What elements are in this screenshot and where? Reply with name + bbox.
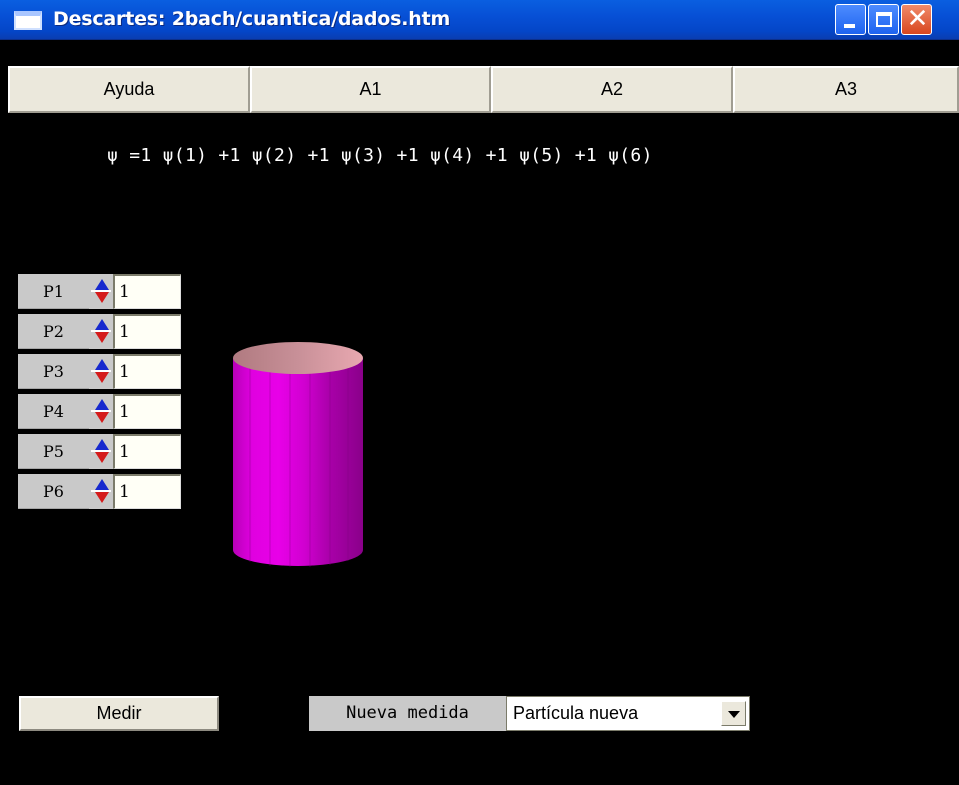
param-input[interactable]: 1 bbox=[113, 274, 181, 309]
spinner-down-icon[interactable] bbox=[95, 332, 109, 343]
spinner-down-icon[interactable] bbox=[95, 412, 109, 423]
param-input[interactable]: 1 bbox=[113, 314, 181, 349]
nueva-medida-select[interactable]: Partícula nueva bbox=[506, 696, 750, 731]
medir-button[interactable]: Medir bbox=[19, 696, 219, 731]
spinner-down-icon[interactable] bbox=[95, 492, 109, 503]
maximize-icon bbox=[876, 12, 892, 27]
param-input[interactable]: 1 bbox=[113, 474, 181, 509]
cylinder-top bbox=[233, 342, 363, 374]
minimize-button[interactable] bbox=[835, 4, 866, 35]
param-label: P2 bbox=[18, 314, 89, 349]
param-label: P4 bbox=[18, 394, 89, 429]
close-icon: ✕ bbox=[906, 4, 929, 34]
spinner-up-icon[interactable] bbox=[95, 319, 109, 330]
window-app-icon bbox=[14, 11, 42, 30]
spinner-up-icon[interactable] bbox=[95, 279, 109, 290]
param-row-p3: P3 1 bbox=[18, 354, 181, 389]
param-row-p1: P1 1 bbox=[18, 274, 181, 309]
spinner-down-icon[interactable] bbox=[95, 292, 109, 303]
spinner[interactable] bbox=[89, 314, 113, 349]
tab-a2[interactable]: A2 bbox=[491, 66, 733, 113]
cylinder-body bbox=[233, 358, 363, 566]
close-button[interactable]: ✕ bbox=[901, 4, 932, 35]
param-input[interactable]: 1 bbox=[113, 394, 181, 429]
param-row-p4: P4 1 bbox=[18, 394, 181, 429]
tab-a1[interactable]: A1 bbox=[250, 66, 491, 113]
param-row-p5: P5 1 bbox=[18, 434, 181, 469]
menu-bar: Ayuda A1 A2 A3 bbox=[8, 66, 959, 113]
param-label: P5 bbox=[18, 434, 89, 469]
spinner[interactable] bbox=[89, 274, 113, 309]
spinner-up-icon[interactable] bbox=[95, 479, 109, 490]
tab-a3[interactable]: A3 bbox=[733, 66, 959, 113]
select-value: Partícula nueva bbox=[513, 703, 639, 723]
param-row-p2: P2 1 bbox=[18, 314, 181, 349]
param-label: P6 bbox=[18, 474, 89, 509]
maximize-button[interactable] bbox=[868, 4, 899, 35]
param-input[interactable]: 1 bbox=[113, 354, 181, 389]
spinner[interactable] bbox=[89, 394, 113, 429]
spinner-up-icon[interactable] bbox=[95, 399, 109, 410]
spinner[interactable] bbox=[89, 354, 113, 389]
spinner[interactable] bbox=[89, 474, 113, 509]
dropdown-arrow-icon[interactable] bbox=[721, 701, 746, 726]
spinner-down-icon[interactable] bbox=[95, 452, 109, 463]
cylinder-graphic bbox=[233, 342, 363, 567]
param-row-p6: P6 1 bbox=[18, 474, 181, 509]
minimize-icon bbox=[844, 24, 855, 28]
tab-ayuda[interactable]: Ayuda bbox=[8, 66, 250, 113]
param-label: P3 bbox=[18, 354, 89, 389]
window-title: Descartes: 2bach/cuantica/dados.htm bbox=[53, 8, 451, 30]
spinner-up-icon[interactable] bbox=[95, 359, 109, 370]
wavefunction-formula: ψ =1 ψ(1) +1 ψ(2) +1 ψ(3) +1 ψ(4) +1 ψ(5… bbox=[107, 145, 653, 166]
param-input[interactable]: 1 bbox=[113, 434, 181, 469]
title-bar: Descartes: 2bach/cuantica/dados.htm ✕ bbox=[0, 0, 959, 40]
nueva-medida-label: Nueva medida bbox=[309, 696, 506, 731]
spinner[interactable] bbox=[89, 434, 113, 469]
param-label: P1 bbox=[18, 274, 89, 309]
spinner-up-icon[interactable] bbox=[95, 439, 109, 450]
spinner-down-icon[interactable] bbox=[95, 372, 109, 383]
